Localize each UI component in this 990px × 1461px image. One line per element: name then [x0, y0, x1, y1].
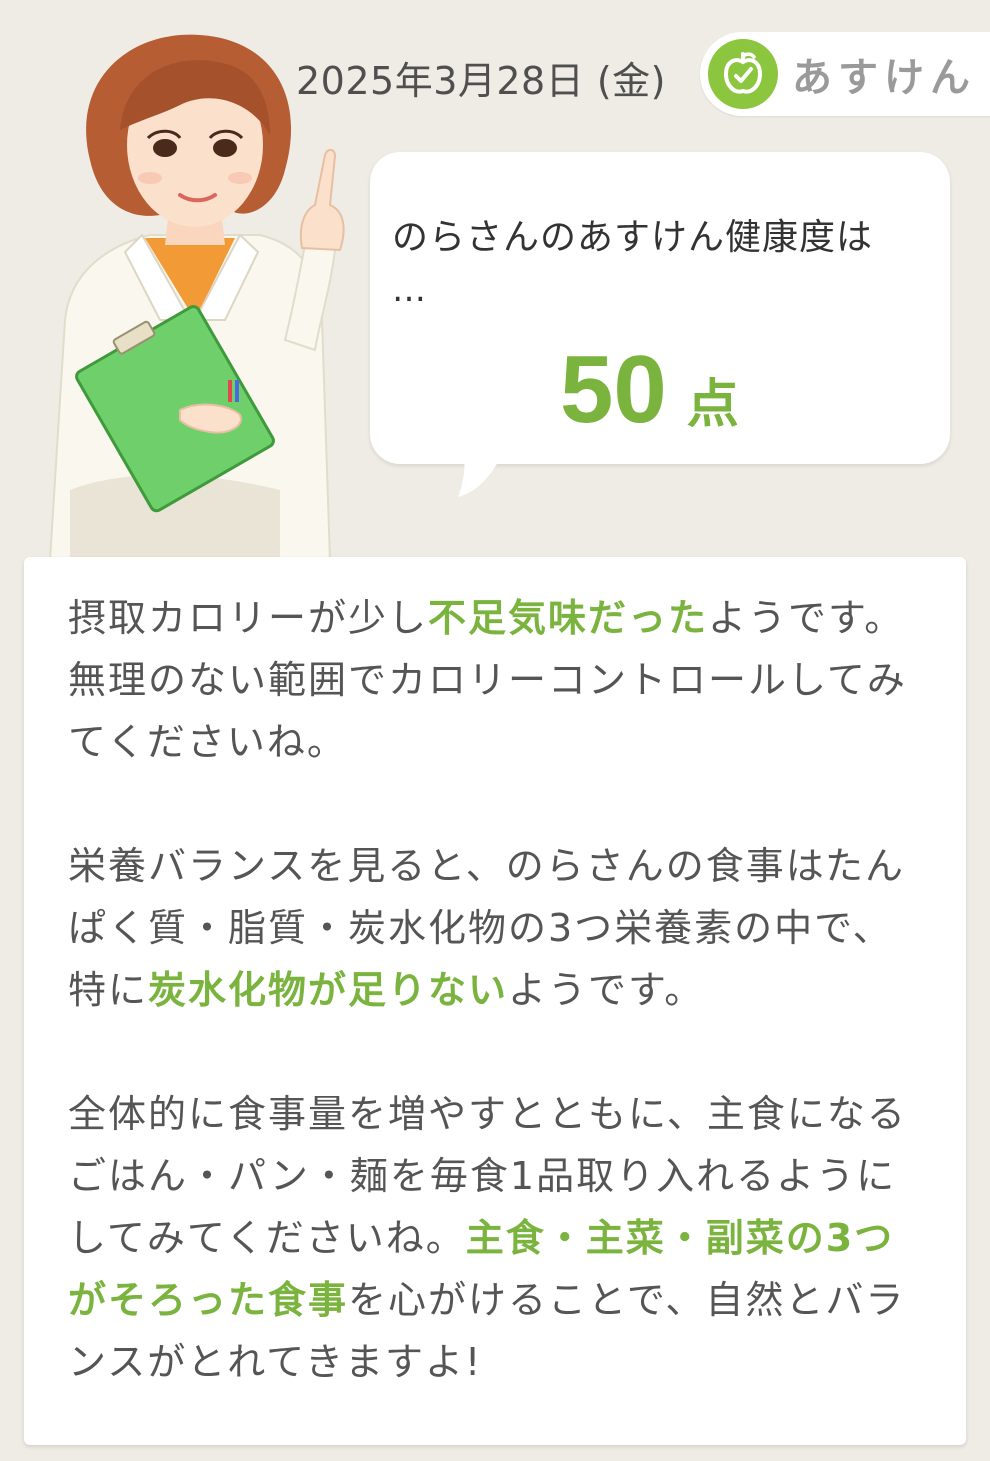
speech-bubble-tail [458, 455, 502, 497]
apple-icon [708, 39, 778, 109]
health-score: 50 点 [560, 342, 739, 438]
advice-card: 摂取カロリーが少し不足気味だったようです。無理のない範囲でカロリーコントロールし… [24, 557, 966, 1445]
score-unit: 点 [686, 375, 739, 435]
nutritionist-illustration [30, 20, 370, 561]
highlight-calorie-shortage: 不足気味だった [428, 596, 709, 640]
score-value: 50 [560, 336, 667, 443]
advice-paragraph-calories: 摂取カロリーが少し不足気味だったようです。無理のない範囲でカロリーコントロールし… [68, 596, 907, 764]
speech-bubble: のらさんのあすけん健康度は … 50 点 [370, 152, 950, 464]
advice-paragraph-balance: 栄養バランスを見ると、のらさんの食事はたんぱく質・脂質・炭水化物の3つ栄養素の中… [68, 844, 905, 1012]
advice-paragraph-meals: 全体的に食事量を増やすとともに、主食になるごはん・パン・麺を毎食1品取り入れるよ… [68, 1092, 907, 1384]
score-intro-text: のらさんのあすけん健康度は [392, 217, 874, 258]
brand-name: あすけん [792, 55, 976, 101]
brand-badge: あすけん [700, 32, 990, 116]
highlight-carb-shortage: 炭水化物が足りない [148, 968, 509, 1012]
score-intro-ellipsis: … [392, 270, 426, 310]
